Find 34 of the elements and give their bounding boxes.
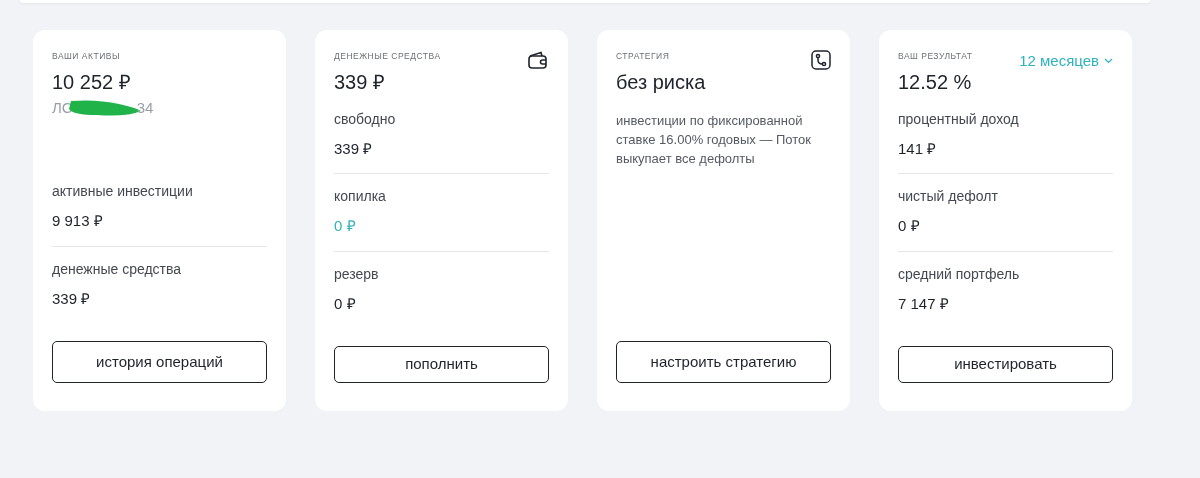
stat-value: 339 ₽ [334, 138, 374, 159]
stat-label: активные инвестиции [52, 182, 194, 201]
section-label: ДЕНЕЖНЫЕ СРЕДСТВА [334, 50, 441, 63]
section-label: СТРАТЕГИЯ [616, 50, 671, 63]
stat-value: 7 147 ₽ [898, 293, 950, 314]
stat-value: 0 ₽ [898, 216, 921, 237]
stat-label: чистый дефолт [898, 187, 999, 207]
stat-label: денежные средства [52, 259, 183, 279]
branch-icon [811, 50, 831, 70]
stat-value: 9 913 ₽ [52, 211, 104, 231]
stat-label: копилка [334, 187, 387, 207]
account-number: ЛС [52, 97, 73, 118]
stat-value: 339 ₽ [52, 288, 92, 309]
description-text: инвестиции по фиксированной ставке 16.00% годовых — Поток выкупает все дефолты [616, 111, 813, 168]
headline-value: без риска [616, 69, 706, 95]
stat-value: 0 ₽ [334, 293, 357, 314]
headline-value: 12.52 % [898, 69, 973, 95]
stat-value: 141 ₽ [898, 138, 938, 159]
headline-value: 339 ₽ [334, 69, 386, 95]
stat-label: средний портфель [898, 264, 1021, 284]
section-label: ВАШ РЕЗУЛЬТАТ [898, 50, 973, 63]
wallet-icon [527, 50, 549, 70]
chevron-down-icon [1104, 58, 1113, 65]
action-button[interactable]: пополнить [334, 346, 549, 383]
stat-label: процентный доход [898, 109, 1020, 129]
action-button[interactable]: история операций [52, 341, 267, 383]
stat-label: резерв [334, 264, 380, 284]
action-button[interactable]: инвестировать [898, 346, 1113, 383]
account-number: 34 [136, 97, 154, 118]
stat-value: 0 ₽ [334, 216, 357, 237]
stat-label: свободно [334, 109, 397, 129]
headline-value: 10 252 ₽ [52, 69, 131, 95]
action-button[interactable]: настроить стратегию [616, 341, 831, 383]
section-label: ВАШИ АКТИВЫ [52, 50, 121, 63]
